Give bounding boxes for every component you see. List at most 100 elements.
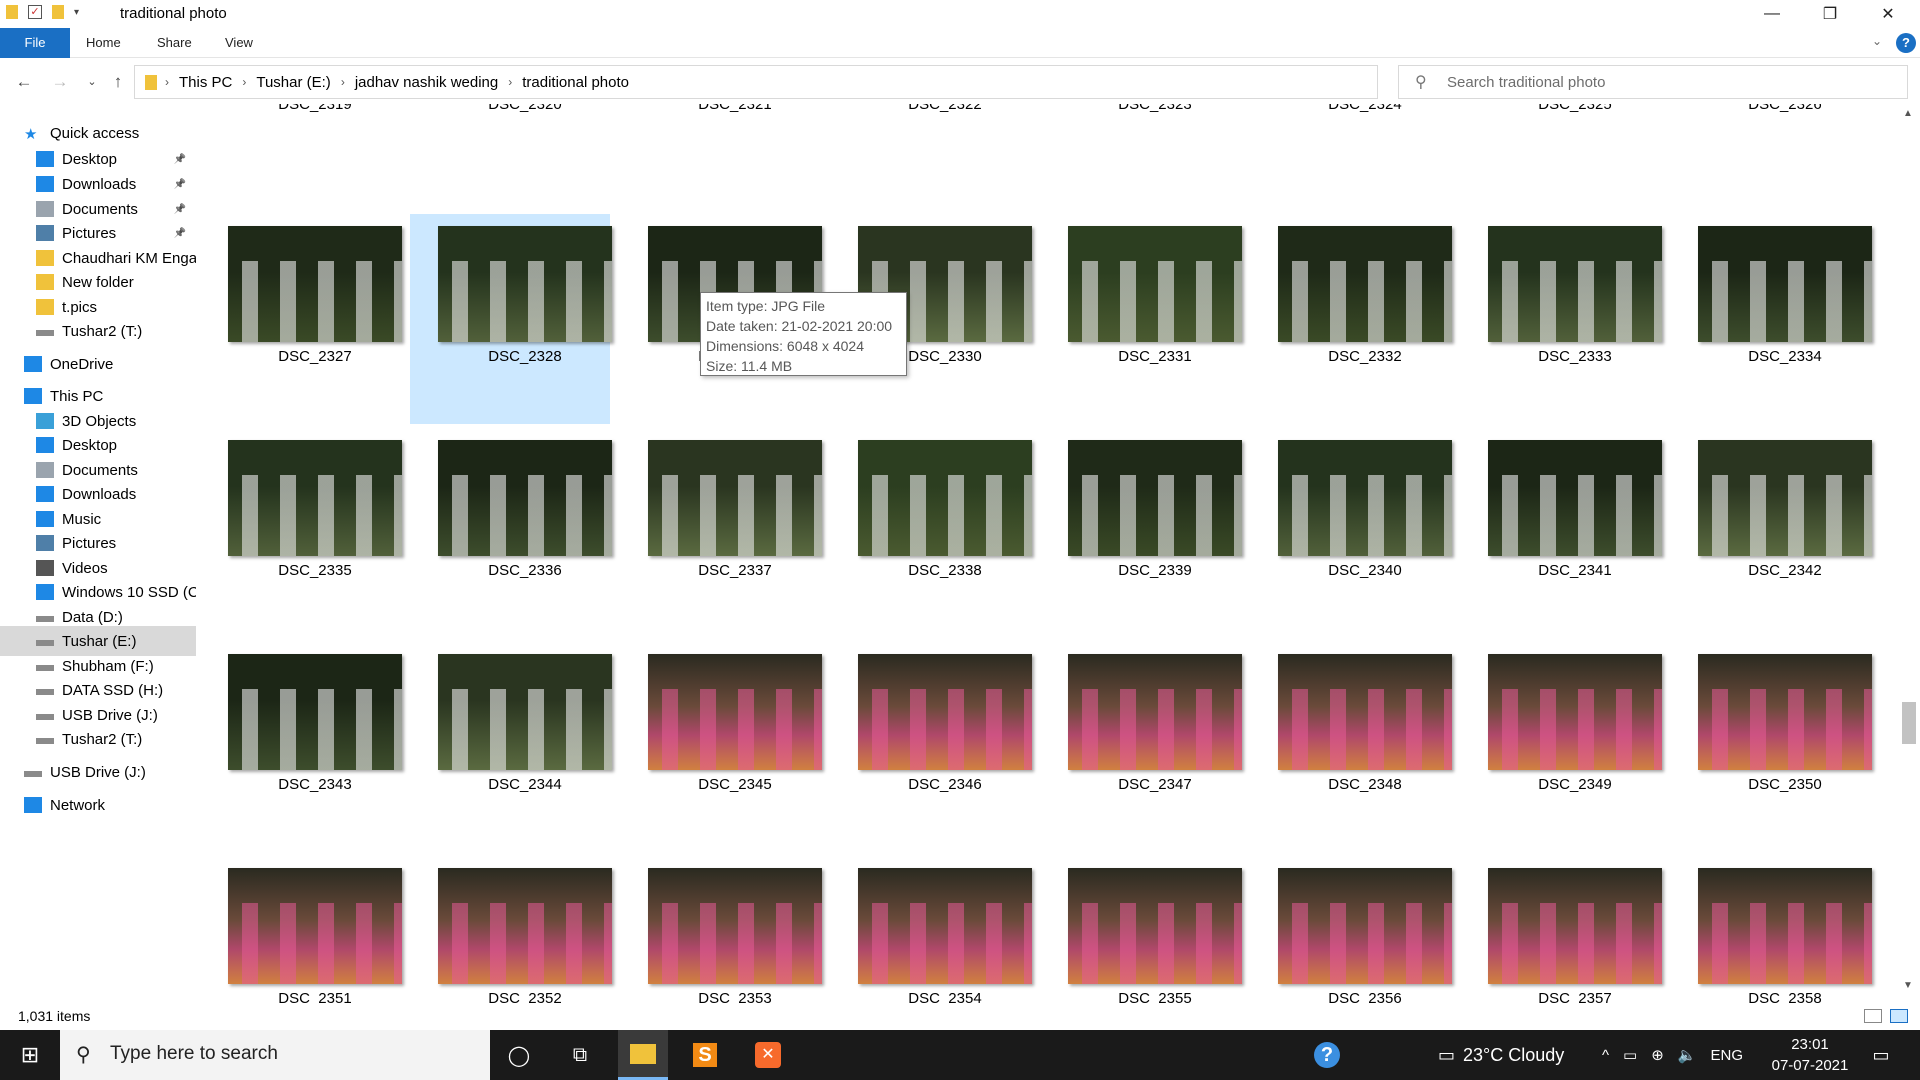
back-button[interactable]: ← [12,70,36,94]
file-tile[interactable]: DSC_2342 [1670,428,1872,638]
file-tile[interactable]: DSC_2335 [200,428,402,638]
language-indicator[interactable]: ENG [1711,1047,1744,1064]
breadcrumb-folder[interactable]: jadhav nashik weding [355,74,498,91]
file-tile[interactable]: DSC_2340 [1250,428,1452,638]
file-tile[interactable]: DSC_2356 [1250,856,1452,1004]
large-icons-view-icon[interactable] [1890,1009,1908,1023]
search-input[interactable]: ⚲ Search traditional photo [1398,65,1908,99]
sublime-text-icon[interactable]: S [680,1030,730,1080]
address-bar[interactable]: › This PC › Tushar (E:) › jadhav nashik … [134,65,1502,99]
scroll-down-icon[interactable]: ▼ [1903,980,1913,991]
star-icon: ★ [24,126,38,143]
file-tile[interactable]: DSC_2336 [410,428,612,638]
details-view-icon[interactable] [1864,1009,1882,1023]
new-folder-icon[interactable] [52,5,64,19]
customize-toolbar-icon[interactable]: ▾ [74,7,79,18]
photo-thumbnail [648,868,822,984]
drive-icon [36,714,54,720]
vertical-scrollbar[interactable]: ▲ ▼ [1898,104,1920,994]
sidebar-item[interactable]: Network [0,790,196,820]
file-tile[interactable]: DSC_2350 [1670,642,1872,852]
scroll-up-icon[interactable]: ▲ [1903,108,1913,119]
tooltip-date: Date taken: 21-02-2021 20:00 [706,318,893,334]
xampp-icon[interactable]: ✕ [743,1030,793,1080]
file-tile[interactable]: DSC_2338 [830,428,1032,638]
scrollbar-thumb[interactable] [1902,702,1916,744]
file-tile[interactable]: DSC_2344 [410,642,612,852]
pc-icon [24,388,42,404]
file-tile[interactable]: DSC_2328 [410,214,612,424]
sidebar-item-label: t.pics [62,298,98,316]
photo-thumbnail [1698,226,1872,342]
properties-icon[interactable]: ✓ [28,5,42,19]
file-tile[interactable]: DSC_2354 [830,856,1032,1004]
battery-icon[interactable]: ▭ [1623,1046,1637,1064]
clock[interactable]: 23:01 07-07-2021 [1770,1034,1850,1076]
task-view-icon[interactable]: ⧉ [555,1030,605,1080]
file-tile[interactable]: DSC_2349 [1460,642,1662,852]
windows-start-icon[interactable]: ⊞ [5,1030,55,1080]
file-tile[interactable]: DSC_2334 [1670,214,1872,424]
file-tile[interactable]: DSC_2348 [1250,642,1452,852]
file-tile[interactable]: DSC_2351 [200,856,402,1004]
file-tile[interactable]: DSC_2333 [1460,214,1662,424]
volume-icon[interactable]: 🔈 [1678,1046,1697,1064]
navigation-bar: ← → ⌄ ↑ › This PC › Tushar (E:) › jadhav… [0,62,1920,102]
help-tray-icon[interactable]: ? [1302,1030,1352,1080]
file-tile[interactable]: DSC_2324 [1250,104,1450,172]
cortana-icon[interactable]: ◯ [494,1030,544,1080]
recent-locations-icon[interactable]: ⌄ [80,70,104,94]
restore-button[interactable]: ❐ [1801,0,1859,28]
taskbar-search[interactable]: ⚲ Type here to search [60,1030,490,1080]
weather-widget[interactable]: ▭ 23°C Cloudy [1438,1030,1564,1080]
file-tile[interactable]: DSC_2321 [620,104,820,172]
tab-view[interactable]: View [213,28,265,58]
sidebar-item[interactable]: USB Drive (J:) [0,757,196,787]
expand-ribbon-icon[interactable]: ⌄ [1872,34,1882,48]
file-tile[interactable]: DSC_2345 [620,642,822,852]
file-name: DSC_2335 [278,562,352,579]
file-tile[interactable]: DSC_2320 [410,104,610,172]
breadcrumb-drive[interactable]: Tushar (E:) [256,74,330,91]
file-tile[interactable]: DSC_2347 [1040,642,1242,852]
file-name: DSC_2343 [278,776,352,793]
sidebar-item[interactable]: Tushar2 (T:) [0,724,196,754]
close-button[interactable]: ✕ [1859,0,1917,28]
file-tile[interactable]: DSC_2355 [1040,856,1242,1004]
file-tile[interactable]: DSC_2337 [620,428,822,638]
sidebar-item[interactable]: Tushar2 (T:) [0,316,196,346]
file-tile[interactable]: DSC_2353 [620,856,822,1004]
sidebar-item[interactable]: OneDrive [0,349,196,379]
breadcrumb-this-pc[interactable]: This PC [179,74,232,91]
breadcrumb-current[interactable]: traditional photo [522,74,629,91]
file-tile[interactable]: DSC_2323 [1040,104,1240,172]
file-tile[interactable]: DSC_2322 [830,104,1030,172]
file-explorer-icon[interactable] [618,1030,668,1080]
up-button[interactable]: ↑ [106,70,130,94]
file-tile[interactable]: DSC_2357 [1460,856,1662,1004]
help-icon[interactable]: ? [1896,33,1916,53]
sidebar-item-label: Downloads [62,485,137,503]
tab-home[interactable]: Home [74,28,133,58]
file-tile[interactable]: DSC_2339 [1040,428,1242,638]
sidebar-item-label: Documents [62,200,138,218]
file-tile[interactable]: DSC_2352 [410,856,612,1004]
file-tile[interactable]: DSC_2358 [1670,856,1872,1004]
file-tile[interactable]: DSC_2327 [200,214,402,424]
file-tile[interactable]: DSC_2346 [830,642,1032,852]
action-center-icon[interactable]: ▭ [1856,1030,1906,1080]
show-hidden-icons-icon[interactable]: ^ [1602,1047,1609,1064]
file-tile[interactable]: DSC_2331 [1040,214,1242,424]
minimize-button[interactable]: ― [1743,0,1801,28]
forward-button[interactable]: → [48,70,72,94]
network-tray-icon[interactable]: ⊕ [1651,1046,1664,1064]
file-tile[interactable]: DSC_2319 [200,104,400,172]
file-tile[interactable]: DSC_2325 [1460,104,1660,172]
file-tile[interactable]: DSC_2341 [1460,428,1662,638]
file-tile[interactable]: DSC_2326 [1670,104,1870,172]
file-tile[interactable]: DSC_2343 [200,642,402,852]
file-tile[interactable]: DSC_2332 [1250,214,1452,424]
tab-share[interactable]: Share [145,28,204,58]
tab-file[interactable]: File [0,28,70,58]
desktop-icon [36,151,54,167]
